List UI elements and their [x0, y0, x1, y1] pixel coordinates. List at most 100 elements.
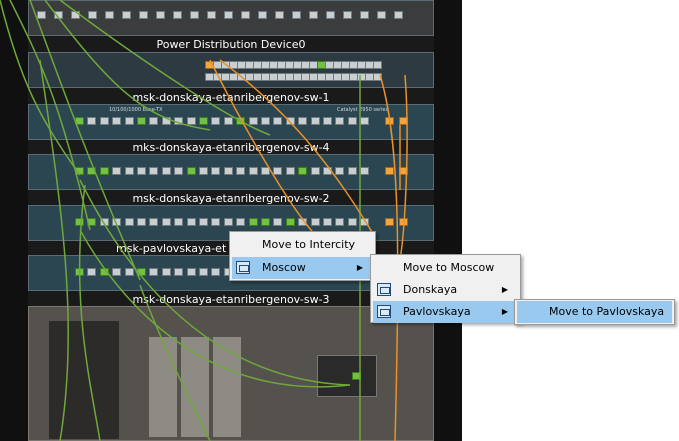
switch-port[interactable]	[285, 167, 295, 175]
switch-port[interactable]	[137, 117, 146, 125]
switch-port[interactable]	[87, 167, 97, 175]
switch-port[interactable]	[112, 117, 122, 125]
switch-port[interactable]	[105, 11, 114, 19]
switch-port[interactable]	[385, 167, 394, 175]
switch-port[interactable]	[285, 117, 295, 125]
switch-port[interactable]	[186, 218, 196, 226]
switch-port[interactable]	[137, 167, 146, 175]
switch-port[interactable]	[261, 167, 270, 175]
switch-port[interactable]	[199, 167, 208, 175]
switch-port[interactable]	[88, 11, 97, 19]
switch-port[interactable]	[323, 218, 332, 226]
switch-port[interactable]	[310, 218, 320, 226]
switch-port[interactable]	[373, 61, 382, 69]
switch-port[interactable]	[71, 11, 80, 19]
switch-port[interactable]	[112, 218, 122, 226]
switch-port[interactable]	[347, 117, 357, 125]
switch-port[interactable]	[122, 11, 131, 19]
switch-port[interactable]	[360, 117, 370, 125]
workspace-canvas[interactable]: Power Distribution Device0 msk-donskaya-…	[0, 0, 679, 441]
switch-port[interactable]	[310, 117, 320, 125]
menu-item-moscow[interactable]: Moscow ▶	[232, 257, 373, 279]
switch-port[interactable]	[343, 11, 352, 19]
switch-port[interactable]	[207, 11, 216, 19]
switch-port[interactable]	[261, 218, 270, 226]
switch-port[interactable]	[335, 117, 345, 125]
menu-item-pavlovskaya[interactable]: Pavlovskaya ▶	[373, 301, 518, 323]
switch-port[interactable]	[149, 117, 159, 125]
switch-port[interactable]	[236, 167, 246, 175]
switch-port[interactable]	[199, 218, 208, 226]
router-chassis[interactable]	[28, 306, 434, 441]
switch-port[interactable]	[161, 117, 171, 125]
switch-port[interactable]	[248, 218, 258, 226]
switch-port[interactable]	[124, 167, 134, 175]
switch-port[interactable]	[298, 167, 308, 175]
switch-port[interactable]	[347, 167, 357, 175]
switch-port[interactable]	[124, 218, 134, 226]
switch-port[interactable]	[309, 11, 318, 19]
device-pdu[interactable]	[28, 52, 434, 88]
switch-port[interactable]	[261, 117, 270, 125]
switch-port[interactable]	[186, 268, 196, 276]
menu-item-donskaya[interactable]: Donskaya ▶	[373, 279, 518, 301]
switch-port[interactable]	[99, 268, 109, 276]
menu-item-move-to-intercity[interactable]: Move to Intercity	[232, 234, 373, 256]
switch-port[interactable]	[211, 268, 221, 276]
switch-port[interactable]	[323, 117, 332, 125]
switch-port[interactable]	[112, 268, 122, 276]
switch-port[interactable]	[273, 167, 283, 175]
switch-port[interactable]	[223, 167, 233, 175]
switch-port[interactable]	[37, 11, 46, 19]
switch-port[interactable]	[87, 218, 97, 226]
switch-port[interactable]	[75, 167, 84, 175]
chassis-module-port[interactable]	[352, 372, 361, 380]
switch-port[interactable]	[199, 268, 208, 276]
switch-port[interactable]	[360, 218, 370, 226]
switch-port[interactable]	[373, 73, 382, 81]
top-device[interactable]	[28, 0, 434, 36]
switch-port[interactable]	[190, 11, 199, 19]
switch-port[interactable]	[292, 11, 301, 19]
switch-port[interactable]	[174, 117, 184, 125]
switch-port[interactable]	[275, 11, 284, 19]
switch-port[interactable]	[394, 11, 403, 19]
switch-port[interactable]	[347, 218, 357, 226]
switch-port[interactable]	[273, 117, 283, 125]
switch-port[interactable]	[161, 268, 171, 276]
switch-port[interactable]	[310, 167, 320, 175]
switch-port[interactable]	[174, 268, 184, 276]
switch-port[interactable]	[326, 11, 335, 19]
switch-port[interactable]	[99, 218, 109, 226]
switch-port[interactable]	[99, 167, 109, 175]
switch-port[interactable]	[186, 167, 196, 175]
switch-port[interactable]	[174, 167, 184, 175]
switch-port[interactable]	[137, 268, 146, 276]
switch-port[interactable]	[360, 167, 370, 175]
switch-port[interactable]	[139, 11, 148, 19]
device-sw-4[interactable]	[28, 154, 434, 190]
switch-port[interactable]	[75, 117, 84, 125]
switch-port[interactable]	[54, 11, 63, 19]
switch-port[interactable]	[236, 117, 246, 125]
switch-port[interactable]	[335, 167, 345, 175]
switch-port[interactable]	[399, 218, 408, 226]
switch-port[interactable]	[156, 11, 165, 19]
switch-port[interactable]	[335, 218, 345, 226]
menu-item-move-to-pavlovskaya[interactable]: Move to Pavlovskaya	[517, 301, 672, 323]
switch-port[interactable]	[241, 11, 250, 19]
switch-port[interactable]	[224, 11, 233, 19]
switch-port[interactable]	[285, 218, 295, 226]
switch-port[interactable]	[199, 117, 208, 125]
switch-port[interactable]	[223, 117, 233, 125]
device-sw-1[interactable]: Catalyst 2950 series 10/100/1000 Base-TX	[28, 104, 434, 140]
switch-port[interactable]	[99, 117, 109, 125]
switch-port[interactable]	[298, 117, 308, 125]
switch-port[interactable]	[112, 167, 122, 175]
menu-item-move-to-moscow[interactable]: Move to Moscow	[373, 257, 518, 279]
switch-port[interactable]	[174, 218, 184, 226]
switch-port[interactable]	[248, 167, 258, 175]
switch-port[interactable]	[149, 167, 159, 175]
switch-port[interactable]	[186, 117, 196, 125]
switch-port[interactable]	[87, 268, 97, 276]
